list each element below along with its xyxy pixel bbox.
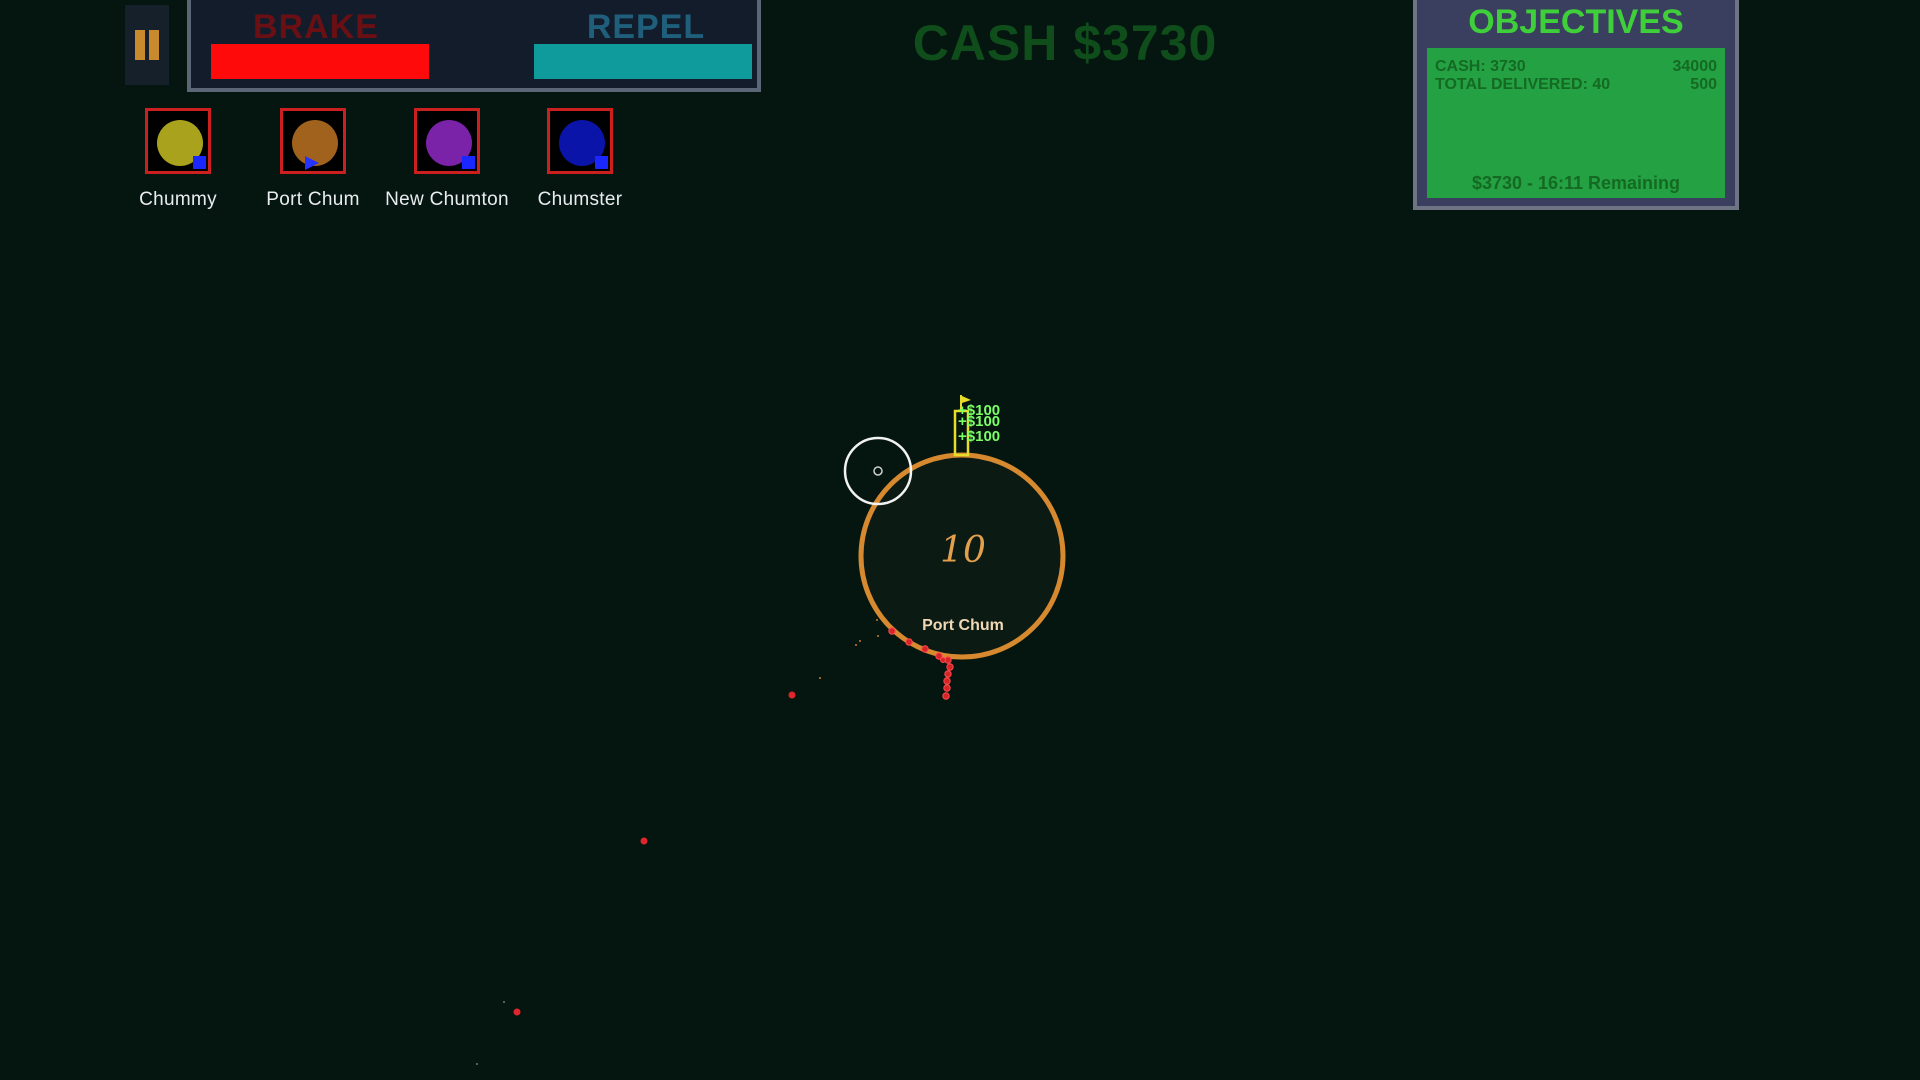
fish-dot bbox=[640, 837, 648, 845]
ship-reticle[interactable] bbox=[843, 436, 913, 506]
port-name: Port Chum bbox=[922, 617, 1004, 634]
fish-dot bbox=[788, 691, 796, 699]
port-count: 10 bbox=[940, 530, 986, 571]
reward-popup: +$100 bbox=[958, 428, 1001, 445]
fish-dot bbox=[513, 1008, 521, 1016]
